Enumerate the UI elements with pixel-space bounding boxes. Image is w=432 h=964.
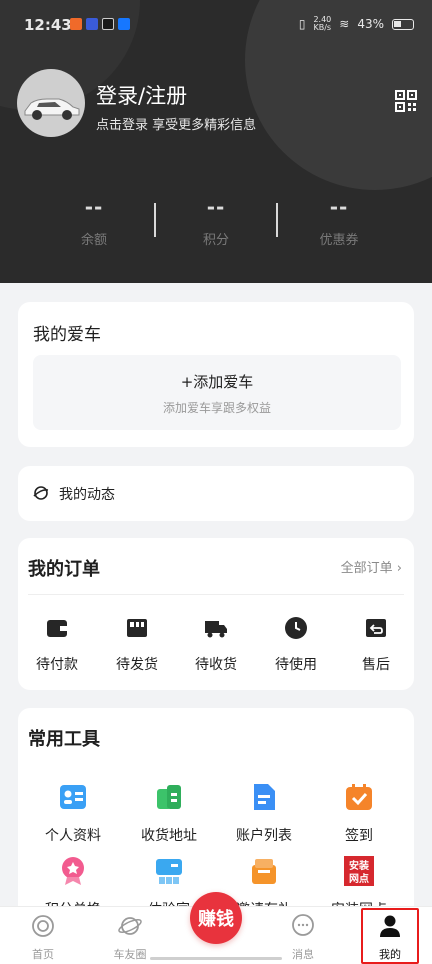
divider (154, 203, 156, 237)
stat-value: -- (84, 195, 104, 219)
order-label: 售后 (362, 657, 390, 673)
order-label: 待发货 (116, 657, 158, 673)
login-register-link[interactable]: 登录/注册 (96, 80, 187, 110)
order-pending-receipt[interactable]: 待收货 (181, 616, 251, 674)
app-notification-icon (70, 18, 82, 30)
stat-balance[interactable]: -- 余额 (44, 195, 144, 248)
wallet-icon (47, 620, 67, 637)
order-pending-shipment[interactable]: 待发货 (102, 616, 172, 674)
status-right: ▯ 2.40 KB/s ≋ 43% (299, 16, 414, 32)
stat-points[interactable]: -- 积分 (166, 195, 266, 248)
orders-title: 我的订单 (28, 559, 100, 580)
tool-check-in[interactable]: 签到 (314, 781, 404, 845)
order-pending-use[interactable]: 待使用 (261, 616, 331, 674)
battery-percent: 43% (357, 17, 384, 31)
tool-personal-info[interactable]: 个人资料 (28, 781, 118, 845)
vibrate-icon: ▯ (298, 17, 306, 31)
status-time: 12:43 (24, 16, 72, 34)
nav-label: 首页 (32, 948, 54, 961)
stat-value: -- (329, 195, 349, 219)
tool-label: 个人资料 (45, 828, 101, 844)
notification-icons (70, 18, 130, 30)
stat-coupons[interactable]: -- 优惠券 (289, 195, 389, 248)
tool-label: 账户列表 (236, 828, 292, 844)
medal-icon (62, 857, 84, 885)
order-label: 待收货 (195, 657, 237, 673)
message-icon (292, 914, 314, 936)
app-notification-icon (86, 18, 98, 30)
tools-title: 常用工具 (28, 729, 100, 750)
nav-earn-label: 赚钱 (198, 909, 234, 930)
my-car-card: 我的爱车 +添加爱车 添加爱车享跟多权益 (18, 302, 414, 447)
add-car-subtitle: 添加爱车享跟多权益 (162, 401, 271, 415)
clock-icon (285, 617, 307, 639)
dynamics-icon (33, 486, 49, 500)
login-subtitle: 点击登录 享受更多精彩信息 (96, 118, 257, 133)
tool-shipping-address[interactable]: 收货地址 (124, 781, 214, 845)
address-icon (157, 785, 181, 809)
svg-text:网点: 网点 (349, 872, 369, 885)
status-bar: 12:43 ▯ 2.40 KB/s ≋ 43% (0, 0, 432, 48)
order-after-sales[interactable]: 售后 (341, 616, 411, 674)
nav-mine-highlight (361, 908, 419, 964)
stat-label: 余额 (80, 233, 107, 248)
nav-car-circle[interactable]: 车友圈 (100, 913, 160, 962)
box-icon (127, 619, 147, 637)
profile-header: 12:43 ▯ 2.40 KB/s ≋ 43% 登录/注册 点击登录 享受更多精… (0, 0, 432, 283)
divider (28, 594, 404, 595)
avatar[interactable] (17, 69, 85, 137)
my-orders-card: 我的订单 全部订单 › 待付款 待发货 待收货 待使用 售后 (18, 538, 414, 690)
svg-text:安装: 安装 (349, 859, 369, 872)
order-label: 待使用 (275, 657, 317, 673)
add-car-label: +添加爱车 (180, 373, 254, 391)
battery-icon (392, 18, 414, 30)
tool-label: 收货地址 (141, 828, 197, 844)
profile-card-icon (60, 785, 86, 809)
home-icon (32, 915, 54, 937)
home-indicator (150, 957, 282, 960)
all-orders-label: 全部订单 (340, 561, 393, 576)
add-car-button[interactable]: +添加爱车 添加爱车享跟多权益 (33, 355, 401, 430)
experience-icon (156, 859, 182, 884)
nav-messages[interactable]: 消息 (273, 913, 333, 962)
qr-code-icon[interactable] (395, 90, 417, 112)
all-orders-link[interactable]: 全部订单 › (341, 557, 402, 576)
document-icon (254, 784, 275, 810)
chevron-right-icon: › (396, 561, 402, 576)
order-label: 待付款 (36, 657, 78, 673)
order-pending-payment[interactable]: 待付款 (22, 616, 92, 674)
tool-account-list[interactable]: 账户列表 (219, 781, 309, 845)
my-dynamics-label: 我的动态 (59, 487, 115, 503)
stats-row: -- 余额 -- 积分 -- 优惠券 (0, 195, 432, 255)
return-box-icon (366, 619, 386, 637)
nav-earn-button[interactable]: 赚钱 (190, 892, 242, 944)
car-avatar-icon (24, 98, 80, 120)
install-store-icon: 安装 网点 (344, 856, 374, 886)
app-notification-icon (118, 18, 130, 30)
divider (276, 203, 278, 237)
nav-label: 消息 (292, 948, 314, 961)
tool-label: 签到 (345, 828, 373, 844)
my-dynamics-row[interactable]: 我的动态 (18, 466, 414, 521)
stat-label: 积分 (202, 233, 229, 248)
app-notification-icon (102, 18, 114, 30)
truck-icon (205, 621, 227, 638)
stat-label: 优惠券 (319, 233, 359, 248)
gift-box-icon (252, 859, 276, 884)
calendar-check-icon (346, 784, 372, 810)
stat-value: -- (206, 195, 226, 219)
wifi-icon: ≋ (339, 17, 350, 31)
my-car-title: 我的爱车 (33, 325, 101, 345)
network-speed: 2.40 KB/s (313, 15, 332, 32)
nav-home[interactable]: 首页 (13, 913, 73, 962)
planet-icon (118, 917, 142, 935)
